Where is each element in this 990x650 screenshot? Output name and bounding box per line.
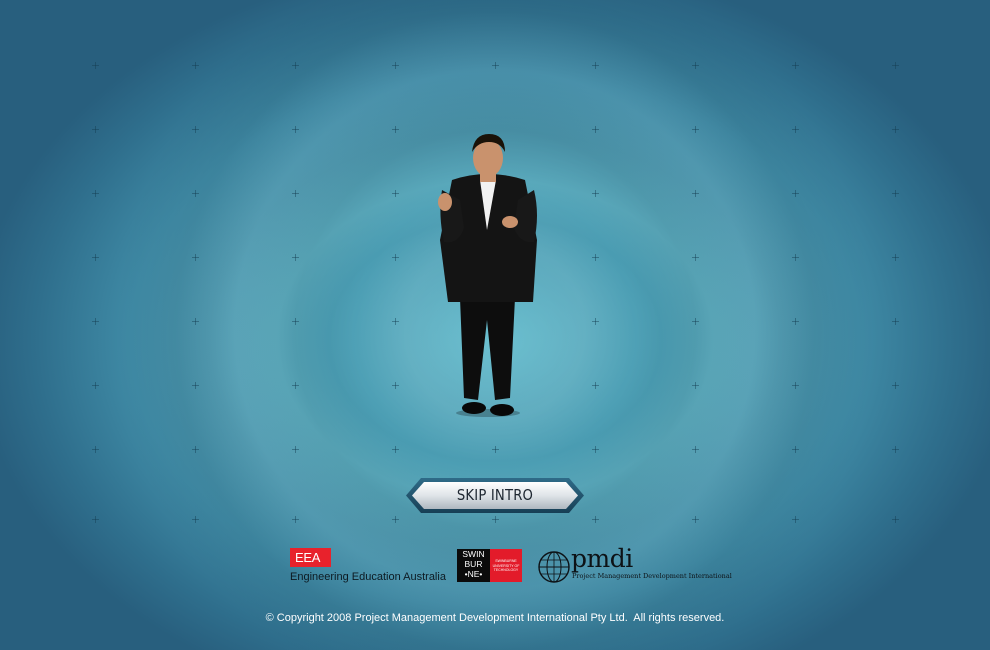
swinburne-logo-line-2: BUR [464, 559, 483, 569]
pmdi-logo: pmdi Project Management Development Inte… [537, 544, 732, 584]
skip-intro-button[interactable]: SKIP INTRO [405, 477, 585, 514]
swinburne-logo-sub-3: TECHNOLOGY [493, 568, 519, 572]
swinburne-logo-line-3: •NE• [464, 569, 483, 579]
swinburne-logo: SWIN BUR •NE• SWINBURNE UNIVERSITY OF TE… [457, 549, 522, 582]
pmdi-logo-name: Project Management Development Internati… [572, 572, 732, 580]
eea-logo-name: Engineering Education Australia [290, 571, 446, 583]
copyright-notice: © Copyright 2008 Project Management Deve… [265, 612, 725, 624]
intro-stage: SKIP INTRO EEA Engineering Education Aus… [0, 0, 990, 650]
swinburne-logo-black-panel: SWIN BUR •NE• [457, 549, 490, 582]
presenter-video [438, 134, 537, 417]
eea-logo-mark: EEA [290, 548, 331, 567]
globe-icon [538, 551, 570, 583]
swinburne-logo-line-1: SWIN [462, 549, 485, 559]
pmdi-logo-wordmark: pmdi [571, 544, 633, 573]
eea-logo: EEA Engineering Education Australia [290, 548, 446, 584]
swinburne-logo-red-panel: SWINBURNE UNIVERSITY OF TECHNOLOGY [490, 549, 522, 582]
skip-intro-label[interactable]: SKIP INTRO [416, 477, 574, 514]
eea-logo-mark-text: EEA [295, 550, 321, 565]
